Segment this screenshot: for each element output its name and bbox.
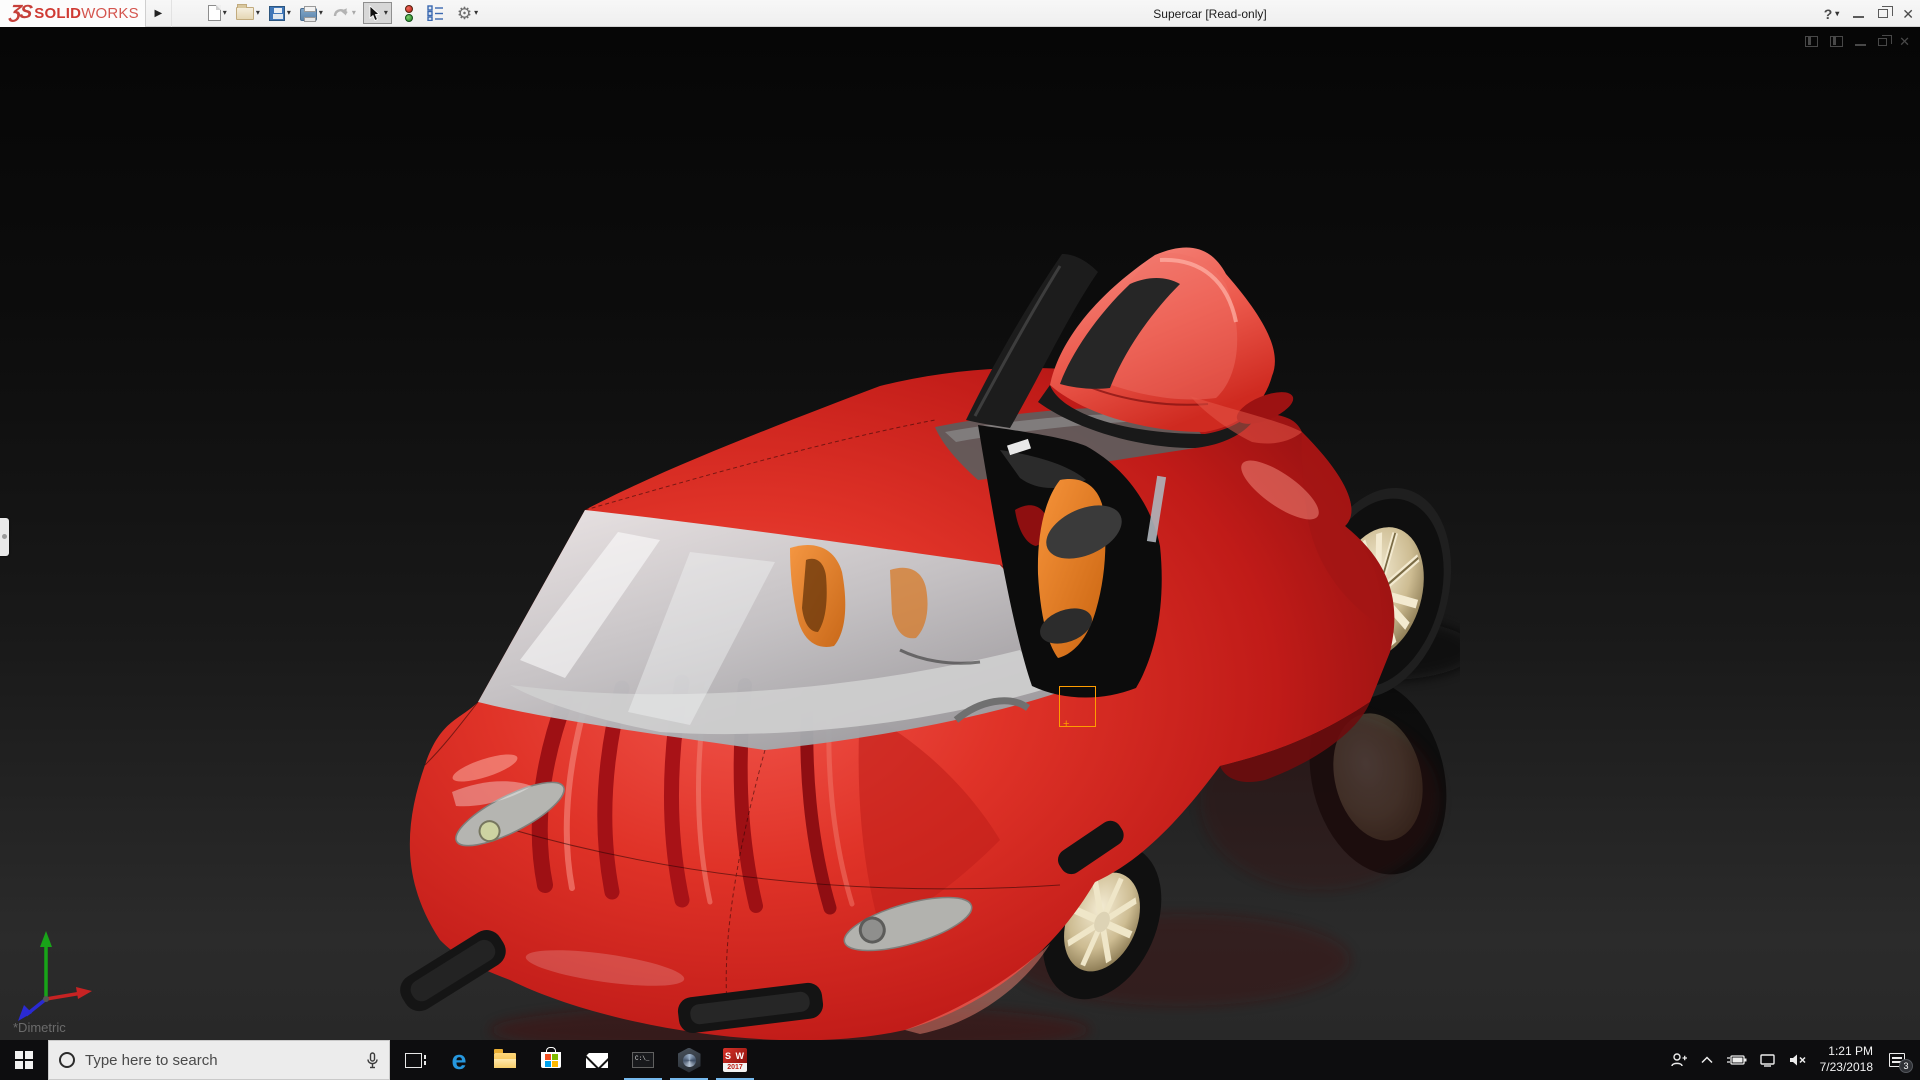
featuremanager-flyout-tab[interactable] [0, 518, 9, 556]
new-dropdown-caret[interactable]: ▾ [223, 9, 227, 17]
rebuild-trafficlight-icon [405, 4, 414, 22]
select-cursor-icon [369, 4, 380, 21]
volume-muted-icon[interactable] [1789, 1053, 1807, 1067]
open-button[interactable]: ▾ [234, 3, 262, 22]
save-dropdown-caret[interactable]: ▾ [287, 9, 291, 17]
solidworks-logo[interactable]: ƷS SOLID WORKS [0, 0, 146, 27]
selection-highlight-box [1059, 686, 1096, 730]
windows-logo-icon [15, 1051, 33, 1069]
edge-icon: e [451, 1044, 467, 1075]
quick-access-toolbar: ▾ ▾ ▾ ▾ ▾ ▾ ⚙ ▾ [206, 0, 480, 27]
options-button[interactable]: ⚙ ▾ [455, 3, 480, 24]
task-view-button[interactable] [390, 1040, 436, 1080]
dassault-3ds-mark: ƷS [8, 2, 32, 23]
taskbar-clock[interactable]: 1:21 PM 7/23/2018 [1820, 1044, 1873, 1075]
save-floppy-icon [268, 5, 285, 21]
taskbar-app-edrawings[interactable] [666, 1040, 712, 1080]
file-properties-icon [427, 5, 443, 21]
print-icon [299, 5, 317, 22]
search-input[interactable] [85, 1051, 356, 1069]
undo-button[interactable]: ▾ [330, 4, 358, 22]
taskbar-app-store[interactable] [528, 1040, 574, 1080]
action-center-button[interactable]: 3 [1886, 1050, 1913, 1073]
undo-dropdown-caret: ▾ [351, 8, 356, 17]
microphone-icon[interactable] [366, 1051, 379, 1069]
battery-icon[interactable] [1726, 1054, 1747, 1066]
options-gear-icon: ⚙ [456, 3, 473, 23]
document-title: Supercar [Read-only] [1153, 7, 1267, 21]
minimize-button[interactable] [1853, 15, 1865, 18]
close-button[interactable]: ✕ [1902, 7, 1914, 21]
task-view-icon [404, 1052, 426, 1068]
document-minimize-button[interactable] [1855, 44, 1867, 46]
command-prompt-icon: C:\_ [632, 1052, 654, 1068]
system-tray: 1:21 PM 7/23/2018 3 [1670, 1040, 1920, 1080]
help-button[interactable]: ? ▾ [1824, 6, 1840, 22]
cortana-icon [59, 1052, 75, 1068]
display-pane-right-icon[interactable] [1830, 36, 1844, 47]
new-document-button[interactable]: ▾ [206, 3, 229, 23]
taskbar-app-file-explorer[interactable] [482, 1040, 528, 1080]
flyout-arrow-icon: ▶ [154, 7, 163, 19]
orientation-triad [18, 931, 92, 1021]
start-button[interactable] [0, 1040, 48, 1080]
hexagon-app-icon [677, 1047, 701, 1073]
undo-arrow-icon [333, 8, 348, 17]
solidworks-window: ƷS SOLID WORKS ▶ ▾ ▾ ▾ ▾ ▾ ▾ ⚙ ▾ Superca… [0, 0, 1920, 1080]
solidworks-2017-icon: S W 2017 [723, 1048, 747, 1072]
file-properties-button[interactable] [425, 3, 446, 23]
open-folder-icon [235, 3, 254, 20]
select-tool-button[interactable]: ▾ [362, 2, 392, 24]
notification-badge: 3 [1899, 1059, 1913, 1073]
hidden-icons-chevron[interactable] [1701, 1056, 1713, 1064]
graphics-area[interactable]: ✕ + *Dimetric [0, 27, 1920, 1040]
taskbar-app-solidworks[interactable]: S W 2017 [712, 1040, 758, 1080]
save-button[interactable]: ▾ [267, 4, 293, 23]
clock-time: 1:21 PM [1828, 1044, 1873, 1059]
select-dropdown-caret[interactable]: ▾ [384, 9, 388, 17]
print-button[interactable]: ▾ [298, 4, 325, 23]
help-dropdown-caret[interactable]: ▾ [1835, 9, 1839, 18]
taskbar-app-command-prompt[interactable]: C:\_ [620, 1040, 666, 1080]
open-dropdown-caret[interactable]: ▾ [256, 9, 260, 17]
menu-flyout-arrow[interactable]: ▶ [146, 0, 172, 27]
display-pane-left-icon[interactable] [1805, 36, 1819, 47]
network-icon[interactable] [1759, 1053, 1776, 1067]
rebuild-button[interactable] [403, 3, 416, 24]
options-dropdown-caret[interactable]: ▾ [474, 9, 478, 17]
taskbar-app-mail[interactable] [574, 1040, 620, 1080]
brand-solid: SOLID [34, 4, 82, 22]
document-restore-button[interactable] [1878, 34, 1893, 46]
restore-button[interactable] [1878, 6, 1894, 18]
people-icon[interactable] [1670, 1052, 1688, 1068]
taskbar-app-edge[interactable]: e [436, 1040, 482, 1080]
document-window-controls: ✕ [1805, 34, 1910, 48]
file-explorer-icon [494, 1048, 516, 1068]
print-dropdown-caret[interactable]: ▾ [319, 9, 323, 17]
brand-works: WORKS [81, 4, 139, 22]
document-close-button[interactable]: ✕ [1899, 35, 1910, 48]
mail-icon [586, 1052, 608, 1068]
view-orientation-label: *Dimetric [13, 1020, 66, 1035]
window-controls: ? ▾ ✕ [1824, 0, 1914, 27]
windows-taskbar: e C:\_ S W 2017 [0, 1040, 1920, 1080]
title-bar: ƷS SOLID WORKS ▶ ▾ ▾ ▾ ▾ ▾ ▾ ⚙ ▾ Superca… [0, 0, 1920, 27]
microsoft-store-icon [541, 1047, 561, 1068]
supercar-3d-model[interactable] [360, 180, 1460, 1040]
clock-date: 7/23/2018 [1819, 1060, 1873, 1074]
help-icon: ? [1823, 5, 1833, 22]
taskbar-search-box[interactable] [48, 1040, 390, 1080]
new-document-icon [207, 5, 221, 21]
